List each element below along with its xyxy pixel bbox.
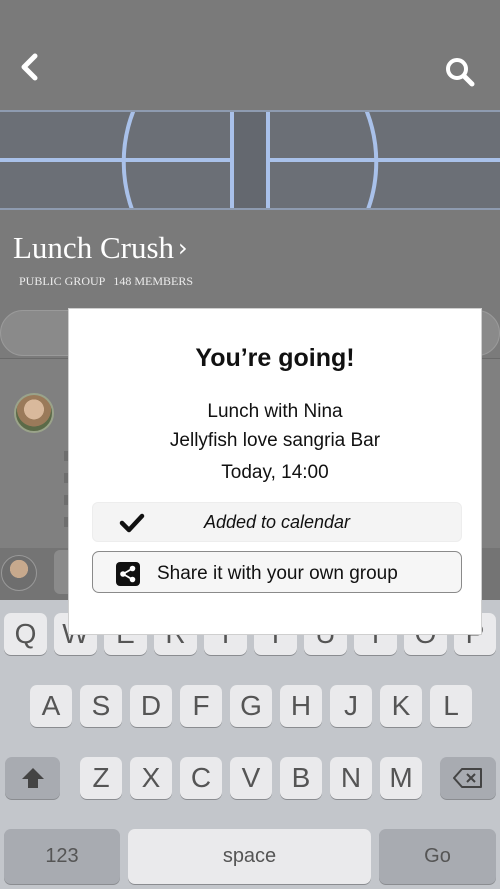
go-key[interactable]: Go: [379, 829, 496, 884]
share-with-group-button[interactable]: Share it with your own group: [92, 551, 462, 593]
checkmark-icon: [119, 513, 145, 533]
backspace-icon: [453, 768, 482, 788]
group-banner-image: [0, 110, 500, 210]
back-button[interactable]: [14, 50, 46, 84]
group-member-count: 148 MEMBERS: [113, 274, 194, 288]
group-meta: PUBLIC GROUP 148 MEMBERS: [19, 274, 193, 289]
rsvp-confirmation-dialog: You’re going! Lunch with Nina Jellyfish …: [68, 308, 482, 635]
search-button[interactable]: [444, 56, 476, 88]
shift-key[interactable]: [5, 757, 60, 799]
key-c[interactable]: C: [180, 757, 222, 799]
share-button-label: Share it with your own group: [157, 563, 398, 584]
group-title-link[interactable]: Lunch Crush ›: [13, 230, 188, 266]
added-to-calendar-status: Added to calendar: [92, 502, 462, 542]
share-icon: [116, 562, 140, 586]
event-time: Today, 14:00: [221, 462, 329, 483]
chevron-right-icon: ›: [178, 234, 188, 262]
event-name: Lunch with Nina: [207, 401, 343, 422]
avatar: [14, 393, 54, 433]
key-m[interactable]: M: [380, 757, 422, 799]
key-x[interactable]: X: [130, 757, 172, 799]
key-d[interactable]: D: [130, 685, 172, 727]
top-bar: [0, 0, 500, 110]
key-l[interactable]: L: [430, 685, 472, 727]
dialog-title: You’re going!: [195, 344, 355, 372]
key-f[interactable]: F: [180, 685, 222, 727]
key-s[interactable]: S: [80, 685, 122, 727]
space-key[interactable]: space: [128, 829, 371, 884]
key-g[interactable]: G: [230, 685, 272, 727]
delete-key[interactable]: [440, 757, 496, 799]
group-visibility: PUBLIC GROUP: [19, 274, 106, 288]
keyboard: Q W E R T Y U I O P A S D F G H J K L Z …: [0, 600, 500, 889]
search-icon: [446, 58, 475, 87]
event-venue: Jellyfish love sangria Bar: [169, 430, 381, 451]
key-v[interactable]: V: [230, 757, 272, 799]
screen: Lunch Crush› PUBLIC GROUP 148 MEMBERS Q W…: [0, 0, 500, 889]
group-header: Lunch Crush › PUBLIC GROUP 148 MEMBERS: [0, 210, 500, 310]
chevron-left-icon: [21, 53, 38, 81]
key-n[interactable]: N: [330, 757, 372, 799]
shift-icon: [21, 768, 44, 788]
group-title: Lunch Crush: [13, 230, 175, 265]
avatar: [1, 555, 37, 591]
key-h[interactable]: H: [280, 685, 322, 727]
banner-graphic: [0, 112, 500, 208]
calendar-status-label: Added to calendar: [203, 512, 351, 532]
key-q[interactable]: Q: [4, 613, 47, 655]
numbers-key[interactable]: 123: [4, 829, 120, 884]
key-z[interactable]: Z: [80, 757, 122, 799]
key-a[interactable]: A: [30, 685, 72, 727]
key-j[interactable]: J: [330, 685, 372, 727]
key-k[interactable]: K: [380, 685, 422, 727]
key-b[interactable]: B: [280, 757, 322, 799]
